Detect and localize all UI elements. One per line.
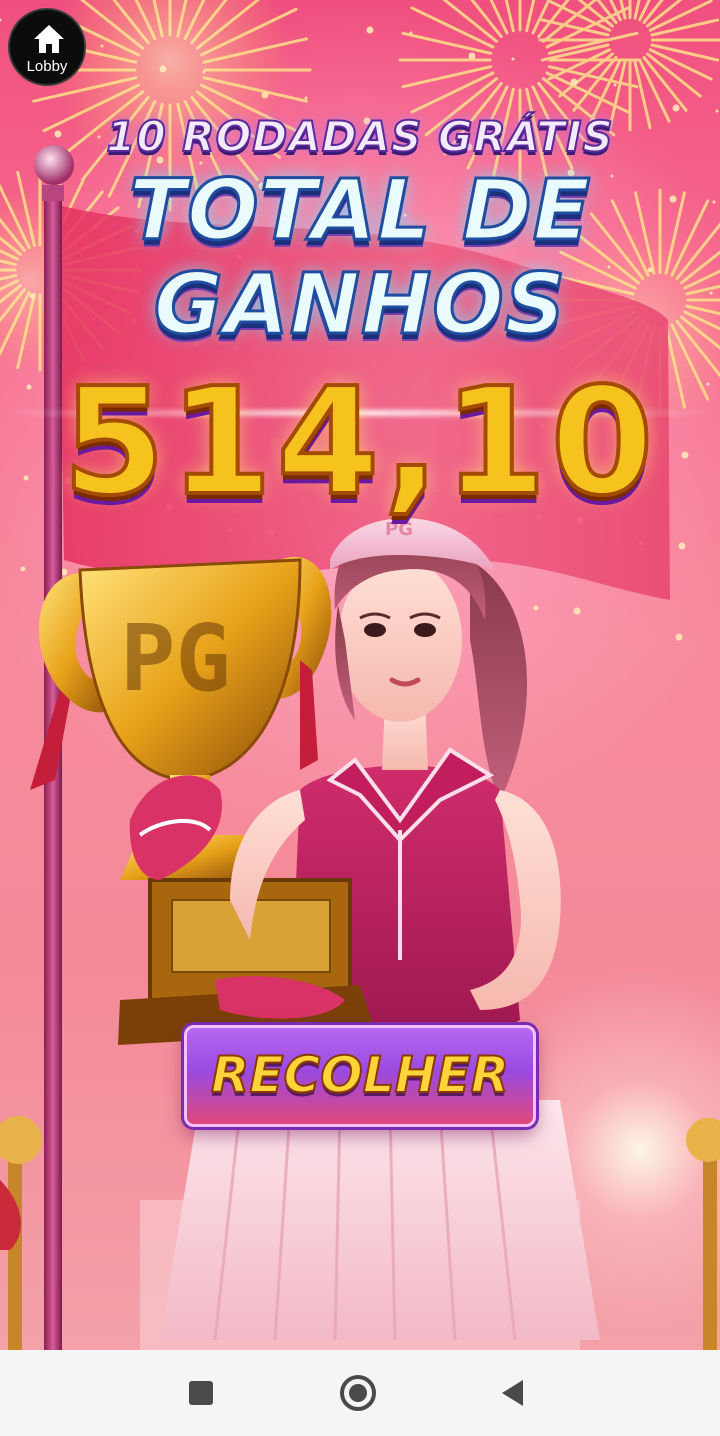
total-wins-title-line-1: TOTAL DE <box>127 161 592 259</box>
back-triangle-icon[interactable] <box>492 1372 534 1414</box>
collect-button-label: RECOLHER <box>210 1046 510 1104</box>
collect-button[interactable]: RECOLHER <box>184 1025 536 1127</box>
home-circle-icon[interactable] <box>337 1372 379 1414</box>
home-icon <box>34 25 64 53</box>
lobby-button[interactable]: Lobby <box>8 8 86 86</box>
system-nav-bar <box>0 1350 720 1436</box>
free-spins-label: 10 RODADAS GRÁTIS <box>105 111 614 162</box>
total-win-amount: 514,10 <box>60 356 658 528</box>
trophy-pg-logo: PG <box>120 605 231 712</box>
lobby-label: Lobby <box>26 58 68 75</box>
screen: PG PG Lobby 10 RODADAS GRÁTIS TOTAL DE G… <box>0 0 720 1436</box>
game-viewport: PG PG Lobby 10 RODADAS GRÁTIS TOTAL DE G… <box>0 0 720 1350</box>
total-wins-title-line-2: GANHOS <box>152 255 567 353</box>
recents-square-icon[interactable] <box>180 1372 222 1414</box>
